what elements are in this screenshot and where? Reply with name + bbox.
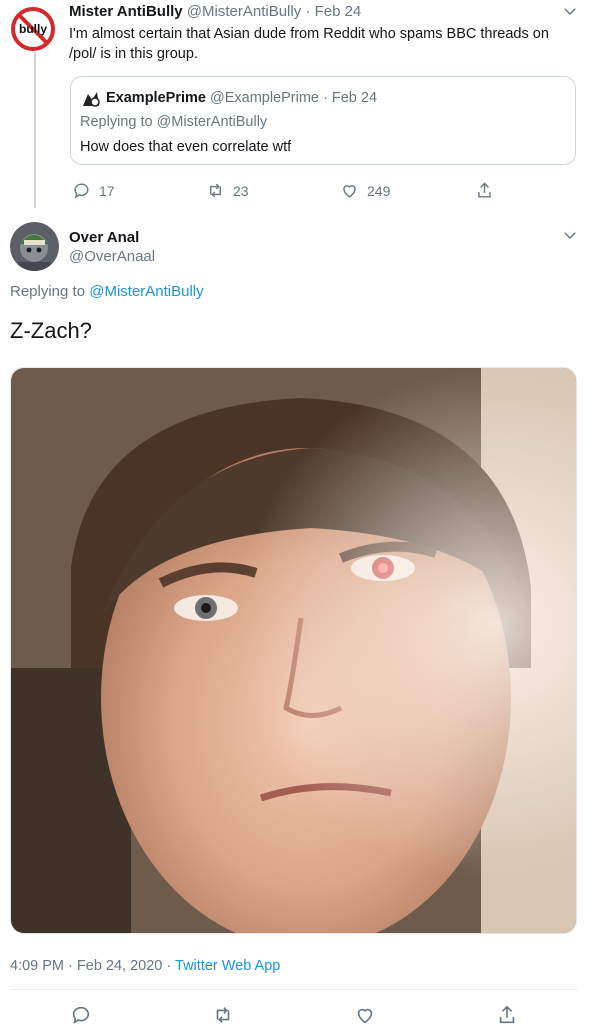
retweet-icon <box>216 1007 230 1023</box>
quoted-replying-handle: @MisterAntiBully <box>156 114 268 130</box>
main-like-button[interactable] <box>354 1004 376 1031</box>
main-replying-label: Replying to <box>10 283 86 300</box>
parent-author-line: Mister AntiBully @MisterAntiBully · Feb … <box>69 3 362 20</box>
quoted-replying-label: Replying to <box>80 114 153 130</box>
retweet-count: 23 <box>233 182 249 199</box>
chevron-down-icon[interactable] <box>561 2 579 20</box>
quoted-replying-line: Replying to @MisterAntiBully <box>80 114 267 130</box>
parent-author-name[interactable]: Mister AntiBully <box>69 3 183 20</box>
like-count: 249 <box>367 182 391 199</box>
like-action[interactable]: 249 <box>340 181 390 200</box>
tweet-date[interactable]: Feb 24, 2020 <box>77 958 162 974</box>
avatar-mister-antibully[interactable]: bully <box>10 6 56 52</box>
share-icon <box>499 1005 515 1024</box>
tweet-photo[interactable] <box>10 367 577 934</box>
divider <box>10 989 578 990</box>
tweet-time[interactable]: 4:09 PM <box>10 958 64 974</box>
quoted-tweet-text: How does that even correlate wtf <box>80 139 292 155</box>
reply-icon <box>72 1006 90 1025</box>
reply-icon <box>74 183 89 199</box>
main-share-button[interactable] <box>496 1004 518 1031</box>
main-replying-handle[interactable]: @MisterAntiBully <box>89 283 203 300</box>
like-icon <box>357 1008 373 1024</box>
main-replying-line: Replying to @MisterAntiBully <box>10 283 204 300</box>
avatar-text: bully <box>19 22 47 36</box>
portrait-photo-image <box>11 368 576 933</box>
main-reply-button[interactable] <box>70 1004 92 1031</box>
reply-action[interactable]: 17 <box>72 181 115 200</box>
share-icon <box>478 182 491 198</box>
reply-count: 17 <box>99 182 115 199</box>
retweet-icon <box>210 183 221 198</box>
tweet-meta-line: 4:09 PM · Feb 24, 2020 · Twitter Web App <box>10 958 281 974</box>
thread-connector <box>34 48 36 208</box>
quoted-author-line: ExamplePrime @ExamplePrime · Feb 24 <box>106 90 378 106</box>
tweet-source[interactable]: Twitter Web App <box>175 958 280 974</box>
parent-author-handle[interactable]: @MisterAntiBully <box>187 3 301 20</box>
quoted-author-avatar-icon <box>83 92 100 107</box>
avatar-over-anal[interactable] <box>10 222 59 271</box>
main-author-handle[interactable]: @OverAnaal <box>69 248 155 265</box>
parent-tweet-text: I'm almost certain that Asian dude from … <box>69 26 549 62</box>
like-icon <box>343 185 356 198</box>
main-tweet-text: Z-Zach? <box>10 318 92 343</box>
chevron-down-icon[interactable] <box>561 226 579 244</box>
retweet-action[interactable]: 23 <box>206 181 249 200</box>
main-retweet-button[interactable] <box>212 1004 234 1031</box>
quoted-author-name: ExamplePrime <box>106 90 206 106</box>
parent-tweet-date[interactable]: Feb 24 <box>315 3 362 20</box>
quoted-author-handle: @ExamplePrime <box>209 90 319 106</box>
share-action[interactable] <box>475 181 494 200</box>
quoted-tweet-date: Feb 24 <box>331 90 378 106</box>
main-author-name[interactable]: Over Anal <box>69 229 139 246</box>
